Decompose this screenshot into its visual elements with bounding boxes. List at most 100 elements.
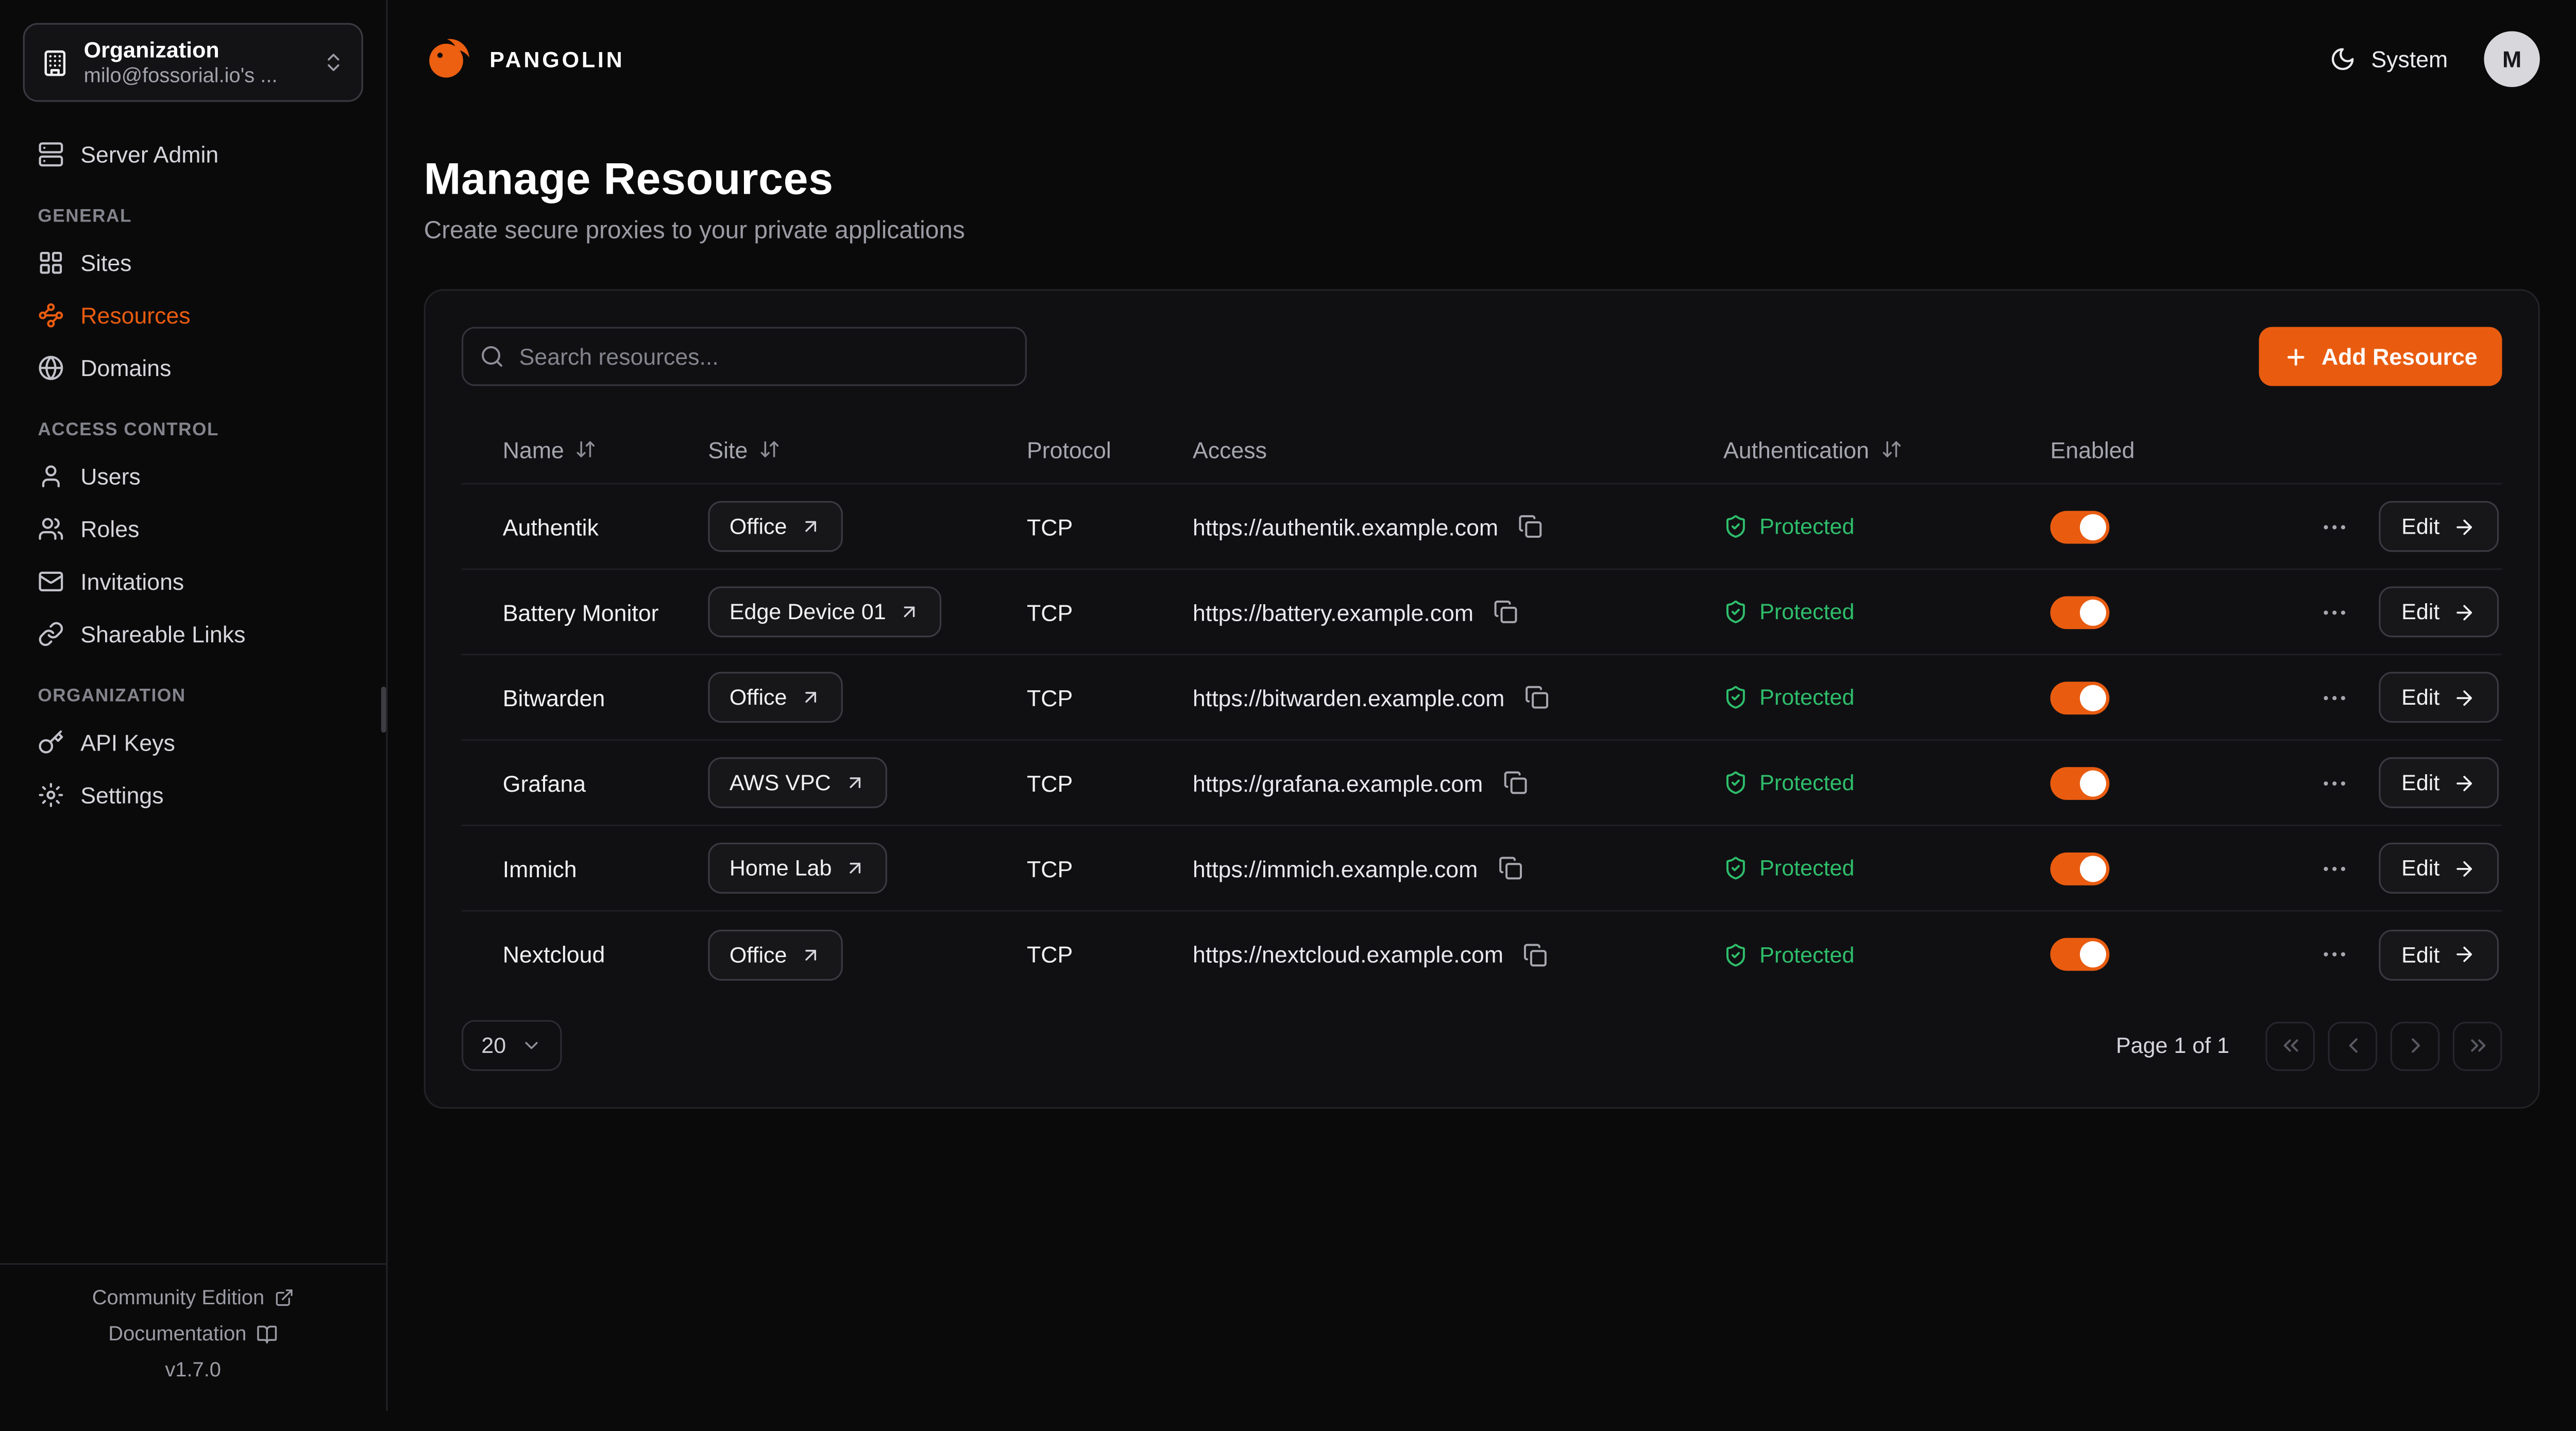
sidebar-item-api-keys[interactable]: API Keys — [23, 716, 363, 769]
enabled-toggle[interactable] — [2050, 595, 2110, 628]
theme-toggle[interactable]: System — [2330, 46, 2448, 72]
next-page-button[interactable] — [2391, 1021, 2440, 1070]
chevrons-left-icon — [2278, 1033, 2302, 1058]
sidebar-item-settings[interactable]: Settings — [23, 769, 363, 821]
edit-button[interactable]: Edit — [2379, 757, 2499, 808]
sidebar-item-users[interactable]: Users — [23, 450, 363, 503]
arrow-up-right-icon — [800, 944, 821, 965]
edit-button[interactable]: Edit — [2379, 929, 2499, 980]
site-link-button[interactable]: Edge Device 01 — [708, 586, 942, 637]
sidebar-item-label: Users — [80, 463, 141, 489]
site-link-button[interactable]: Office — [708, 501, 843, 552]
enabled-toggle[interactable] — [2050, 681, 2110, 714]
sort-icon — [1880, 438, 1902, 459]
arrow-up-right-icon — [844, 772, 865, 793]
page-info: Page 1 of 1 — [2116, 1033, 2229, 1058]
copy-button[interactable] — [1499, 767, 1531, 798]
theme-label: System — [2371, 46, 2448, 72]
avatar[interactable]: M — [2484, 31, 2539, 87]
sidebar-item-server-admin[interactable]: Server Admin — [23, 128, 363, 181]
row-menu-button[interactable] — [2316, 936, 2352, 973]
auth-status-label: Protected — [1759, 600, 1854, 624]
edit-button[interactable]: Edit — [2379, 672, 2499, 723]
page-size-select[interactable]: 20 — [462, 1020, 562, 1071]
chevrons-right-icon — [2465, 1033, 2490, 1058]
enabled-toggle[interactable] — [2050, 851, 2110, 884]
copy-button[interactable] — [1520, 939, 1551, 970]
brand-name: PANGOLIN — [489, 47, 624, 72]
sidebar-item-domains[interactable]: Domains — [23, 342, 363, 394]
arrow-right-icon — [2453, 771, 2476, 794]
sidebar-item-roles[interactable]: Roles — [23, 503, 363, 555]
copy-button[interactable] — [1515, 511, 1546, 542]
sidebar-item-resources[interactable]: Resources — [23, 289, 363, 342]
chevron-left-icon — [2340, 1033, 2365, 1058]
enabled-toggle[interactable] — [2050, 766, 2110, 799]
table-row: Battery Monitor Edge Device 01 TCP https… — [462, 570, 2502, 656]
sidebar-item-sites[interactable]: Sites — [23, 236, 363, 289]
site-link-button[interactable]: AWS VPC — [708, 757, 887, 808]
site-name: Edge Device 01 — [730, 600, 886, 624]
sidebar-item-label: Sites — [80, 250, 131, 276]
copy-button[interactable] — [1521, 682, 1552, 713]
auth-status-badge: Protected — [1723, 856, 1854, 880]
copy-icon — [1493, 600, 1518, 624]
row-menu-button[interactable] — [2316, 764, 2352, 800]
pangolin-logo — [424, 35, 473, 84]
gear-icon — [38, 782, 64, 808]
arrow-up-right-icon — [845, 858, 866, 879]
auth-status-label: Protected — [1759, 685, 1854, 710]
ellipsis-icon — [2319, 512, 2349, 541]
column-header-name[interactable]: Name — [503, 436, 597, 463]
arrow-right-icon — [2453, 600, 2476, 623]
sidebar-item-invitations[interactable]: Invitations — [23, 555, 363, 608]
edit-button[interactable]: Edit — [2379, 501, 2499, 552]
sidebar-section-organization: ORGANIZATION — [38, 687, 348, 706]
row-menu-button[interactable] — [2316, 508, 2352, 544]
site-link-button[interactable]: Home Lab — [708, 843, 888, 894]
sidebar-item-shareable-links[interactable]: Shareable Links — [23, 608, 363, 660]
org-selector[interactable]: Organization milo@fossorial.io's ... — [23, 23, 363, 102]
site-link-button[interactable]: Office — [708, 929, 843, 980]
protocol-label: TCP — [1027, 855, 1073, 881]
site-name: Office — [730, 514, 787, 539]
search-icon — [480, 344, 504, 369]
first-page-button[interactable] — [2265, 1021, 2315, 1070]
site-link-button[interactable]: Office — [708, 672, 843, 723]
prev-page-button[interactable] — [2328, 1021, 2377, 1070]
community-edition-link[interactable]: Community Edition — [92, 1286, 294, 1309]
sidebar-scrollbar[interactable] — [381, 687, 386, 732]
column-label: Authentication — [1723, 436, 1869, 463]
row-menu-button[interactable] — [2316, 594, 2352, 630]
auth-status-badge: Protected — [1723, 600, 1854, 624]
sidebar-nav: Server Admin GENERAL Sites Resources Dom — [23, 128, 363, 822]
protocol-label: TCP — [1027, 770, 1073, 796]
site-name: AWS VPC — [730, 771, 831, 795]
link-icon — [38, 621, 64, 647]
access-url: https://battery.example.com — [1193, 599, 1473, 625]
globe-icon — [38, 355, 64, 381]
shield-check-icon — [1723, 771, 1748, 795]
last-page-button[interactable] — [2453, 1021, 2502, 1070]
enabled-toggle[interactable] — [2050, 510, 2110, 543]
column-header-site[interactable]: Site — [708, 436, 781, 463]
column-header-protocol: Protocol — [1027, 436, 1111, 463]
enabled-toggle[interactable] — [2050, 938, 2110, 971]
shield-check-icon — [1723, 514, 1748, 539]
edit-button[interactable]: Edit — [2379, 586, 2499, 637]
resource-name: Bitwarden — [503, 684, 605, 710]
copy-button[interactable] — [1494, 853, 1526, 884]
add-resource-button[interactable]: Add Resource — [2259, 327, 2502, 386]
access-url: https://grafana.example.com — [1193, 770, 1483, 796]
copy-icon — [1523, 942, 1548, 967]
documentation-link[interactable]: Documentation — [108, 1322, 278, 1345]
column-header-authentication[interactable]: Authentication — [1723, 436, 1902, 463]
shield-check-icon — [1723, 942, 1748, 967]
copy-button[interactable] — [1490, 597, 1521, 628]
sidebar-item-label: Settings — [80, 782, 163, 808]
auth-status-badge: Protected — [1723, 514, 1854, 539]
row-menu-button[interactable] — [2316, 679, 2352, 716]
edit-button[interactable]: Edit — [2379, 843, 2499, 894]
row-menu-button[interactable] — [2316, 850, 2352, 886]
search-input[interactable] — [462, 327, 1027, 386]
